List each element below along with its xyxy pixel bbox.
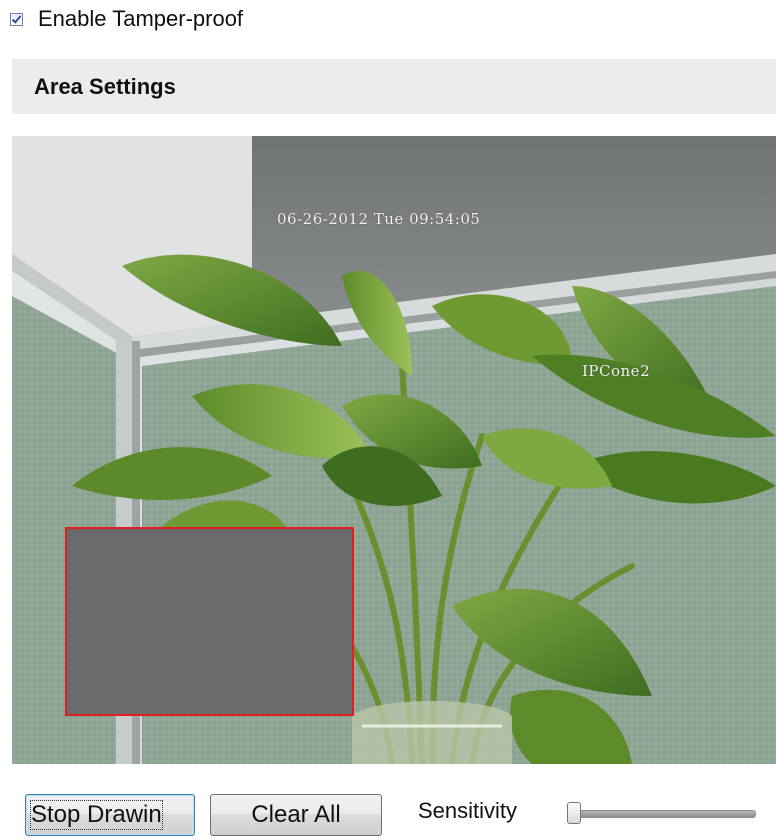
osd-camera-name: IPCone2	[582, 362, 651, 380]
area-settings-title: Area Settings	[34, 73, 176, 99]
enable-tamper-proof-row[interactable]: Enable Tamper-proof	[10, 6, 243, 32]
osd-timestamp: 06-26-2012 Tue 09:54:05	[277, 210, 481, 228]
enable-tamper-proof-checkbox[interactable]	[10, 12, 23, 26]
sensitivity-label: Sensitivity	[418, 798, 518, 823]
checkmark-icon	[11, 14, 22, 24]
sensitivity-slider-thumb[interactable]	[567, 802, 581, 824]
enable-tamper-proof-label[interactable]: Enable Tamper-proof	[38, 6, 243, 32]
stop-drawing-label: Stop Drawin	[30, 800, 163, 830]
area-settings-header: Area Settings	[12, 59, 776, 114]
stop-drawing-button[interactable]: Stop Drawin	[25, 794, 195, 836]
tamper-detection-area[interactable]	[65, 527, 354, 716]
sensitivity-slider-track[interactable]	[570, 810, 756, 818]
video-preview[interactable]: 06-26-2012 Tue 09:54:05 IPCone2	[12, 136, 776, 764]
clear-all-button[interactable]: Clear All	[210, 794, 382, 836]
tamper-proof-settings-page: Enable Tamper-proof Area Settings 06-26-…	[0, 0, 776, 840]
